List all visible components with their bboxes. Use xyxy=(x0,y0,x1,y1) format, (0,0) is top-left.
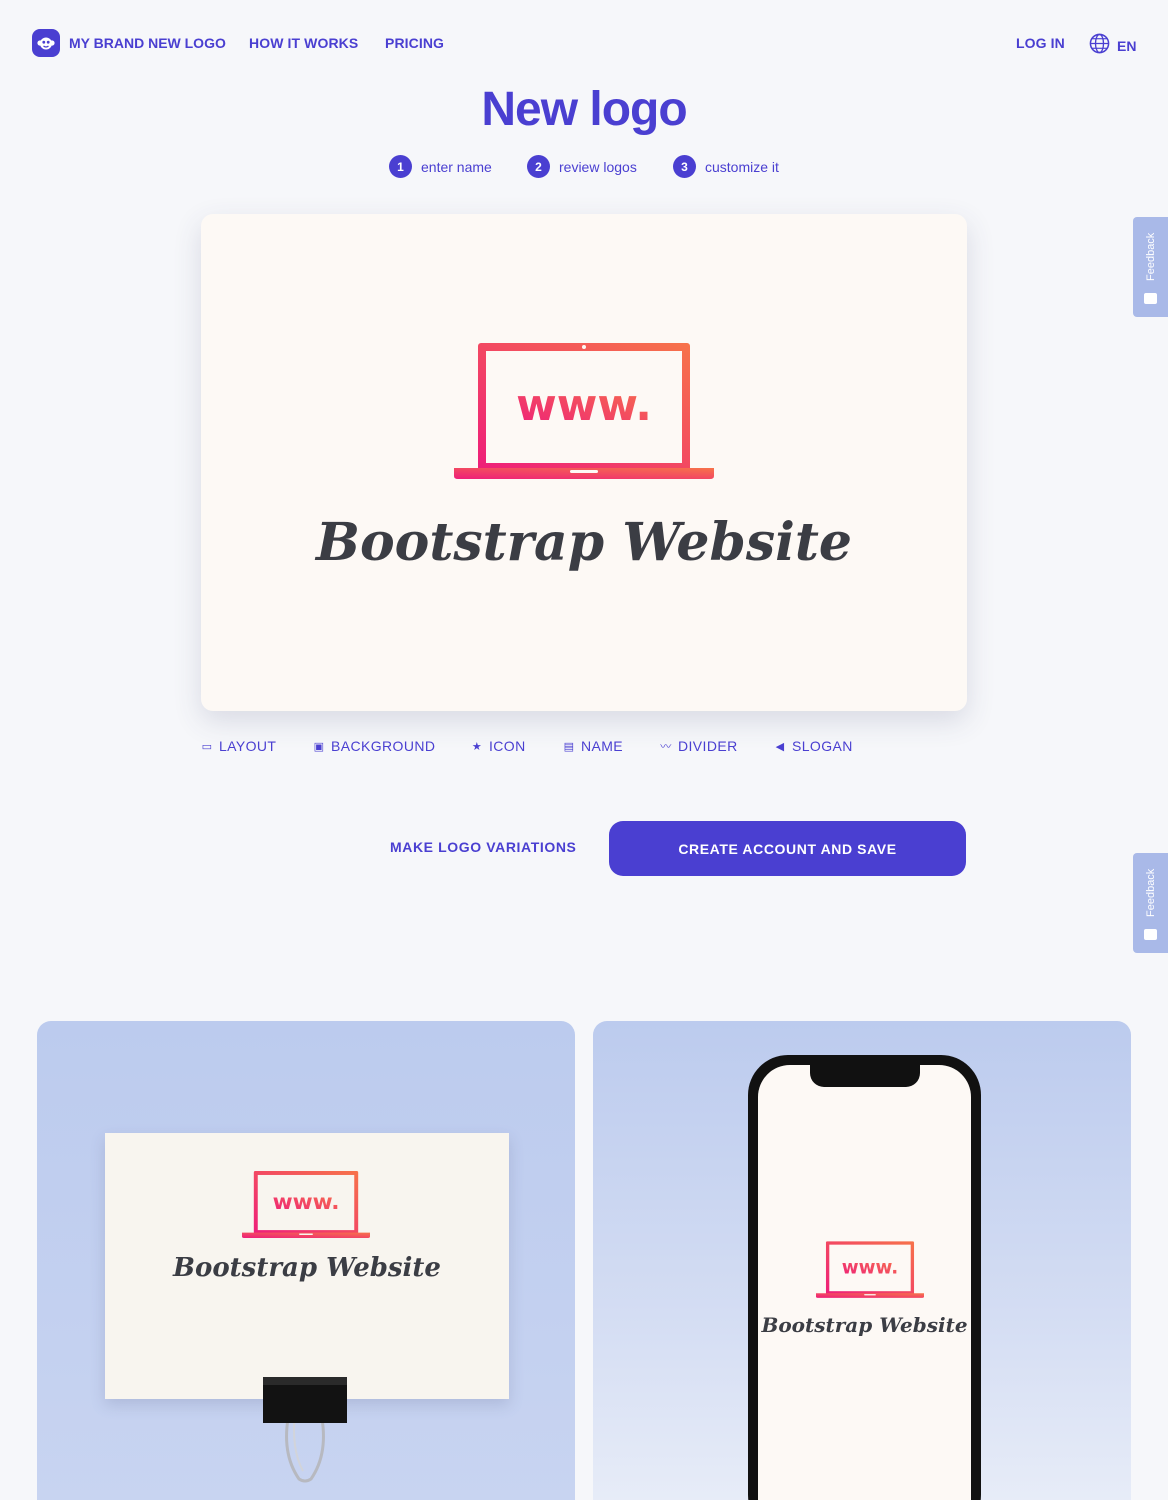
feedback-label: Feedback xyxy=(1145,868,1157,918)
chat-icon xyxy=(1144,929,1157,940)
icon-www-text: www. xyxy=(273,1190,340,1215)
step-label: review logos xyxy=(559,158,637,175)
tool-label: BACKGROUND xyxy=(331,738,436,754)
tool-label: NAME xyxy=(581,738,624,754)
icon-www-text: www. xyxy=(842,1257,898,1278)
tool-slogan[interactable]: ◀ SLOGAN xyxy=(774,738,853,754)
laptop-www-icon: www. xyxy=(242,1171,370,1238)
customization-toolbar: ▭ LAYOUT ▣ BACKGROUND ★ ICON ▤ NAME 〰 DI… xyxy=(0,738,1168,758)
language-selector[interactable]: EN xyxy=(1089,33,1136,59)
icon-www-text: www. xyxy=(516,380,652,431)
business-card-mockup[interactable]: www. Bootstrap Website xyxy=(37,1021,575,1500)
page-title: New logo xyxy=(481,83,687,136)
tool-label: DIVIDER xyxy=(678,738,738,754)
binder-clip xyxy=(263,1377,347,1483)
step-number: 1 xyxy=(389,155,412,178)
phone-notch xyxy=(810,1065,920,1087)
nav-pricing[interactable]: PRICING xyxy=(385,35,444,51)
make-variations-button[interactable]: MAKE LOGO VARIATIONS xyxy=(390,839,576,855)
id-card-icon: ▤ xyxy=(563,740,575,753)
progress-steps: 1 enter name 2 review logos 3 customize … xyxy=(0,155,1168,179)
globe-icon xyxy=(1089,33,1110,59)
layout-icon: ▭ xyxy=(201,740,213,753)
step-number: 2 xyxy=(527,155,550,178)
phone-brand-name: Bootstrap Website xyxy=(761,1313,968,1337)
tool-label: LAYOUT xyxy=(219,738,277,754)
tool-layout[interactable]: ▭ LAYOUT xyxy=(201,738,276,754)
tool-icon[interactable]: ★ ICON xyxy=(471,738,526,754)
step-enter-name[interactable]: 1 enter name xyxy=(389,155,492,178)
login-link[interactable]: LOG IN xyxy=(1016,35,1065,51)
phone-frame: www. Bootstrap Website xyxy=(748,1055,981,1500)
tool-divider[interactable]: 〰 DIVIDER xyxy=(660,738,738,754)
feedback-tab[interactable]: Feedback xyxy=(1133,853,1168,953)
brand-link[interactable]: MY BRAND NEW LOGO xyxy=(32,29,226,57)
tool-name[interactable]: ▤ NAME xyxy=(563,738,623,754)
top-navigation: MY BRAND NEW LOGO HOW IT WORKS PRICING L… xyxy=(0,0,1168,86)
image-icon: ▣ xyxy=(313,740,325,753)
tool-label: ICON xyxy=(489,738,526,754)
wave-icon: 〰 xyxy=(660,741,672,753)
laptop-www-icon: www. xyxy=(454,343,714,479)
tool-label: SLOGAN xyxy=(792,738,853,754)
step-label: enter name xyxy=(421,158,492,175)
chat-icon xyxy=(1144,293,1157,304)
logo-brand-name: Bootstrap Website xyxy=(316,512,852,573)
megaphone-icon: ◀ xyxy=(775,740,785,753)
nav-how-it-works[interactable]: HOW IT WORKS xyxy=(249,35,358,51)
language-code: EN xyxy=(1117,38,1137,54)
logo-preview-card[interactable]: www. Bootstrap Website xyxy=(201,214,967,711)
step-customize-it[interactable]: 3 customize it xyxy=(673,155,779,178)
card-brand-name: Bootstrap Website xyxy=(173,1253,441,1283)
star-icon: ★ xyxy=(471,740,483,753)
step-label: customize it xyxy=(705,158,779,175)
button-label: CREATE ACCOUNT AND SAVE xyxy=(678,840,897,857)
phone-mockup[interactable]: www. Bootstrap Website xyxy=(593,1021,1131,1500)
feedback-label: Feedback xyxy=(1145,232,1157,282)
brand-name: MY BRAND NEW LOGO xyxy=(69,35,226,51)
feedback-tab[interactable]: Feedback xyxy=(1133,217,1168,317)
create-account-save-button[interactable]: CREATE ACCOUNT AND SAVE xyxy=(609,821,966,876)
monkey-logo-icon xyxy=(32,29,60,57)
tool-background[interactable]: ▣ BACKGROUND xyxy=(313,738,435,754)
card-sheet: www. Bootstrap Website xyxy=(105,1133,509,1399)
phone-screen: www. Bootstrap Website xyxy=(758,1065,971,1500)
step-number: 3 xyxy=(673,155,696,178)
laptop-www-icon: www. xyxy=(816,1241,924,1298)
step-review-logos[interactable]: 2 review logos xyxy=(527,155,637,178)
